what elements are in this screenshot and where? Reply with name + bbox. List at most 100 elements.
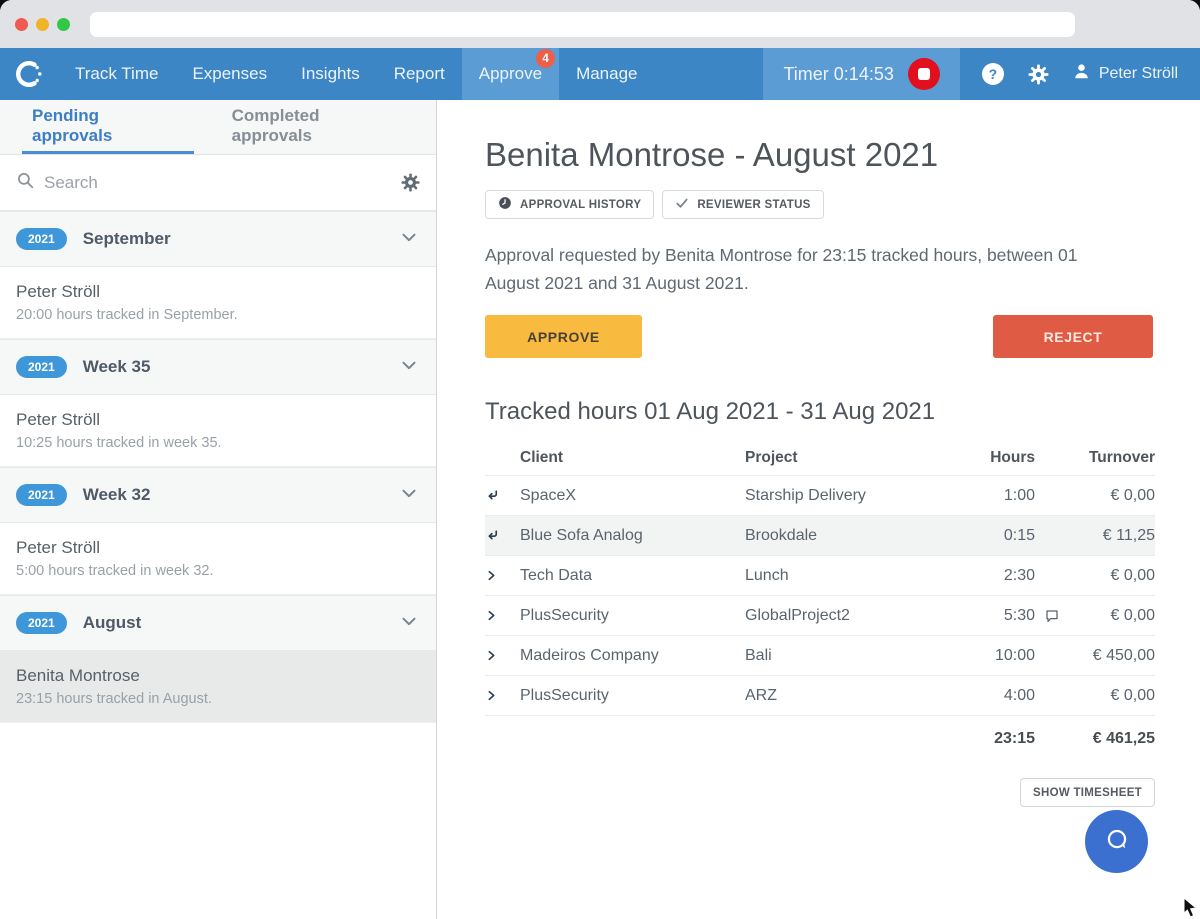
cell-turnover: € 0,00 bbox=[1070, 607, 1155, 625]
year-badge: 2021 bbox=[16, 612, 67, 634]
user-name: Peter Ströll bbox=[1099, 65, 1178, 83]
user-menu[interactable]: Peter Ströll bbox=[1073, 63, 1178, 85]
cell-project: ARZ bbox=[745, 687, 910, 705]
nav-item-expenses[interactable]: Expenses bbox=[175, 48, 284, 100]
chevron-right-icon[interactable] bbox=[485, 648, 520, 663]
approval-item-desc: 23:15 hours tracked in August. bbox=[16, 691, 420, 707]
group-header-week-35[interactable]: 2021 Week 35 bbox=[0, 339, 436, 395]
cell-client: Blue Sofa Analog bbox=[520, 527, 745, 545]
approval-list-item[interactable]: Peter Ströll 20:00 hours tracked in Sept… bbox=[0, 267, 436, 339]
cell-hours: 4:00 bbox=[910, 687, 1035, 705]
tracked-hours-title: Tracked hours 01 Aug 2021 - 31 Aug 2021 bbox=[485, 398, 1200, 426]
nav-item-manage[interactable]: Manage bbox=[559, 48, 654, 100]
chevron-right-icon[interactable] bbox=[485, 608, 520, 623]
sidebar-tabs: Pending approvals Completed approvals bbox=[0, 100, 436, 155]
show-timesheet-button[interactable]: SHOW TIMESHEET bbox=[1020, 778, 1155, 807]
help-icon[interactable]: ? bbox=[982, 63, 1004, 85]
approvals-sidebar: Pending approvals Completed approvals bbox=[0, 100, 437, 919]
table-header-row: Client Project Hours Turnover bbox=[485, 440, 1155, 476]
zoom-window-button[interactable] bbox=[57, 18, 70, 31]
group-label: Week 32 bbox=[83, 485, 382, 505]
nav-item-label: Track Time bbox=[75, 64, 158, 84]
nav-item-label: Insights bbox=[301, 64, 360, 84]
chevron-down-icon bbox=[398, 226, 420, 253]
timer-label: Timer 0:14:53 bbox=[783, 64, 893, 85]
nav-item-approve[interactable]: Approve 4 bbox=[462, 48, 559, 100]
timer-stop-button[interactable] bbox=[908, 58, 940, 90]
app-logo-icon[interactable] bbox=[0, 48, 58, 100]
table-row[interactable]: Blue Sofa Analog Brookdale 0:15 € 11,25 bbox=[485, 516, 1155, 556]
reviewer-status-button[interactable]: REVIEWER STATUS bbox=[662, 190, 823, 219]
nav-item-label: Expenses bbox=[192, 64, 267, 84]
year-badge: 2021 bbox=[16, 228, 67, 250]
approve-button[interactable]: APPROVE bbox=[485, 315, 642, 358]
chevron-down-icon bbox=[398, 354, 420, 381]
cell-hours: 0:15 bbox=[910, 527, 1035, 545]
detail-chips: APPROVAL HISTORY REVIEWER STATUS bbox=[485, 190, 1200, 219]
timer-widget[interactable]: Timer 0:14:53 bbox=[763, 48, 959, 100]
chat-launcher-button[interactable] bbox=[1085, 810, 1148, 873]
nav-item-track-time[interactable]: Track Time bbox=[58, 48, 175, 100]
approval-item-name: Peter Ströll bbox=[16, 410, 420, 430]
chat-bubble-icon bbox=[1102, 825, 1132, 858]
approval-item-name: Benita Montrose bbox=[16, 666, 420, 686]
navbar-spacer bbox=[655, 48, 764, 100]
cell-project: Bali bbox=[745, 647, 910, 665]
reject-button[interactable]: REJECT bbox=[993, 315, 1153, 358]
chevron-right-icon[interactable] bbox=[485, 568, 520, 583]
cell-turnover: € 0,00 bbox=[1070, 567, 1155, 585]
corner-down-left-icon[interactable] bbox=[485, 528, 520, 543]
group-header-week-32[interactable]: 2021 Week 32 bbox=[0, 467, 436, 523]
mouse-cursor bbox=[1183, 897, 1200, 919]
history-icon bbox=[498, 196, 512, 213]
check-icon bbox=[675, 196, 689, 213]
group-header-september[interactable]: 2021 September bbox=[0, 211, 436, 267]
window-controls bbox=[15, 18, 70, 31]
table-row[interactable]: PlusSecurity ARZ 4:00 € 0,00 bbox=[485, 676, 1155, 716]
chevron-right-icon[interactable] bbox=[485, 688, 520, 703]
approval-detail-panel: Benita Montrose - August 2021 APPROVAL H… bbox=[437, 100, 1200, 919]
cell-turnover: € 11,25 bbox=[1070, 527, 1155, 545]
nav-item-insights[interactable]: Insights bbox=[284, 48, 377, 100]
approval-list-item-selected[interactable]: Benita Montrose 23:15 hours tracked in A… bbox=[0, 651, 436, 723]
group-label: September bbox=[83, 229, 382, 249]
col-header-project: Project bbox=[745, 449, 910, 467]
tab-label: Completed approvals bbox=[232, 106, 404, 146]
nav-item-label: Approve bbox=[479, 64, 542, 84]
nav-item-report[interactable]: Report bbox=[377, 48, 462, 100]
table-row[interactable]: Madeiros Company Bali 10:00 € 450,00 bbox=[485, 636, 1155, 676]
tab-completed-approvals[interactable]: Completed approvals bbox=[222, 100, 414, 154]
cell-turnover: € 0,00 bbox=[1070, 487, 1155, 505]
approval-list-item[interactable]: Peter Ströll 5:00 hours tracked in week … bbox=[0, 523, 436, 595]
cell-project: Starship Delivery bbox=[745, 487, 910, 505]
approval-history-button[interactable]: APPROVAL HISTORY bbox=[485, 190, 654, 219]
stop-icon bbox=[918, 68, 930, 80]
approval-item-name: Peter Ströll bbox=[16, 282, 420, 302]
table-row[interactable]: Tech Data Lunch 2:30 € 0,00 bbox=[485, 556, 1155, 596]
cell-hours: 5:30 bbox=[910, 607, 1035, 625]
tab-label: Pending approvals bbox=[32, 106, 184, 146]
tab-pending-approvals[interactable]: Pending approvals bbox=[22, 100, 194, 154]
user-icon bbox=[1073, 63, 1090, 85]
settings-gear-icon[interactable] bbox=[1028, 64, 1049, 85]
approval-item-desc: 10:25 hours tracked in week 35. bbox=[16, 435, 420, 451]
year-badge: 2021 bbox=[16, 484, 67, 506]
cell-client: Madeiros Company bbox=[520, 647, 745, 665]
comment-icon[interactable] bbox=[1035, 608, 1070, 624]
group-header-august[interactable]: 2021 August bbox=[0, 595, 436, 651]
cell-hours: 1:00 bbox=[910, 487, 1035, 505]
corner-down-left-icon[interactable] bbox=[485, 488, 520, 503]
address-bar[interactable] bbox=[90, 12, 1075, 37]
search-settings-gear-icon[interactable] bbox=[401, 173, 420, 192]
chip-label: REVIEWER STATUS bbox=[697, 199, 810, 211]
approval-item-desc: 20:00 hours tracked in September. bbox=[16, 307, 420, 323]
approval-list-item[interactable]: Peter Ströll 10:25 hours tracked in week… bbox=[0, 395, 436, 467]
chevron-down-icon bbox=[398, 482, 420, 509]
table-row[interactable]: PlusSecurity GlobalProject2 5:30 € 0,00 bbox=[485, 596, 1155, 636]
minimize-window-button[interactable] bbox=[36, 18, 49, 31]
search-input[interactable] bbox=[44, 173, 392, 193]
approval-request-text: Approval requested by Benita Montrose fo… bbox=[485, 241, 1130, 297]
table-row[interactable]: SpaceX Starship Delivery 1:00 € 0,00 bbox=[485, 476, 1155, 516]
approval-actions: APPROVE REJECT bbox=[485, 315, 1153, 358]
close-window-button[interactable] bbox=[15, 18, 28, 31]
